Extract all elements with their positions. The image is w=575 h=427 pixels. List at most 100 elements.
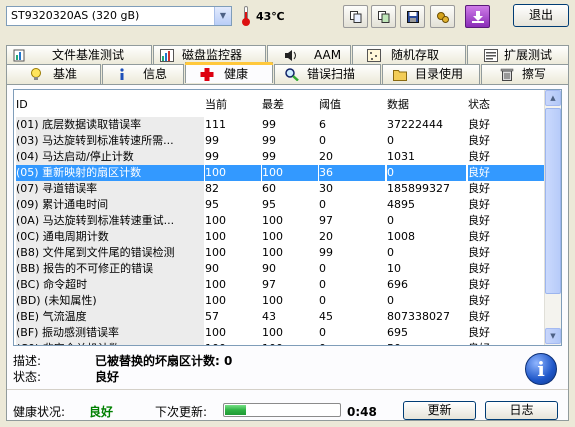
health-panel: ID 当前 最差 阈值 数据 状态 (01) 底层数据读取错误率 111 99 6 37… bbox=[6, 84, 569, 421]
update-progress-fill bbox=[225, 405, 246, 415]
cell-worst: 60 bbox=[262, 182, 276, 195]
column-header-status[interactable]: 状态 bbox=[468, 96, 544, 112]
cell-worst: 100 bbox=[262, 246, 283, 259]
table-row[interactable]: (03) 马达旋转到标准转速所需... 99 99 0 0 良好 bbox=[14, 133, 545, 149]
table-row[interactable]: (05) 重新映射的扇区计数 100 100 36 0 良好 bbox=[14, 165, 545, 181]
cell-current: 100 bbox=[205, 246, 226, 259]
health-status-value: 良好 bbox=[89, 405, 114, 419]
cell-threshold: 0 bbox=[319, 262, 326, 275]
exit-button[interactable]: 退出 bbox=[513, 4, 569, 27]
cell-current: 57 bbox=[205, 310, 219, 323]
cell-threshold: 30 bbox=[319, 182, 333, 195]
magnifier-icon bbox=[285, 68, 299, 81]
cell-threshold: 45 bbox=[319, 310, 333, 323]
cell-current: 100 bbox=[205, 214, 226, 227]
cell-status: 良好 bbox=[468, 150, 490, 163]
table-row[interactable]: (C0) 非安全关机计数100100050良好 bbox=[14, 341, 545, 345]
cell-raw-data: 0 bbox=[387, 165, 466, 181]
description-label: 描述: bbox=[13, 354, 42, 368]
scroll-down-icon[interactable]: ▼ bbox=[545, 328, 561, 344]
table-row[interactable]: (BF) 振动感测错误率 100 100 0 695 良好 bbox=[14, 325, 545, 341]
table-row[interactable]: (BD) (未知属性) 100 100 0 0 良好 bbox=[14, 293, 545, 309]
cell-worst: 99 bbox=[262, 134, 276, 147]
tab-aam[interactable]: AAM bbox=[267, 45, 351, 65]
drive-select[interactable]: ST9320320AS (320 gB) ▼ bbox=[6, 6, 232, 26]
cell-raw-data: 807338027 bbox=[387, 310, 450, 323]
cell-attr-id: (BE) 气流温度 bbox=[16, 309, 204, 325]
random-access-icon bbox=[367, 49, 381, 62]
download-button[interactable] bbox=[465, 5, 490, 28]
column-header-threshold[interactable]: 阈值 bbox=[319, 96, 385, 112]
tab-info[interactable]: 信息 bbox=[102, 64, 184, 84]
cell-status: 良好 bbox=[468, 310, 490, 323]
tab-folder-usage[interactable]: 目录使用 bbox=[382, 64, 480, 84]
table-row[interactable]: (BE) 气流温度 57 43 45 807338027 良好 bbox=[14, 309, 545, 325]
table-row[interactable]: (BB) 报告的不可修正的错误 90 90 0 10 良好 bbox=[14, 261, 545, 277]
tab-extra-tests[interactable]: 扩展测试 bbox=[467, 45, 569, 65]
copy-all-button[interactable] bbox=[371, 5, 396, 28]
cell-attr-id: (BF) 振动感测错误率 bbox=[16, 325, 204, 341]
table-row[interactable]: (0A) 马达旋转到标准转速重试... 100 100 97 0 良好 bbox=[14, 213, 545, 229]
options-button[interactable] bbox=[430, 5, 455, 28]
vertical-scrollbar[interactable]: ▲ ▼ bbox=[544, 90, 561, 345]
update-countdown: 0:48 bbox=[347, 405, 377, 419]
copy-button[interactable] bbox=[343, 5, 368, 28]
cell-current: 82 bbox=[205, 182, 219, 195]
tab-label: 目录使用 bbox=[415, 67, 464, 81]
next-update-label: 下次更新: bbox=[155, 405, 208, 419]
tab-erase[interactable]: 擦写 bbox=[481, 64, 569, 84]
table-row[interactable]: (07) 寻道错误率 82 60 30 185899327 良好 bbox=[14, 181, 545, 197]
cell-status: 良好 bbox=[468, 230, 490, 243]
trash-icon bbox=[500, 68, 514, 81]
disk-monitor-icon bbox=[160, 49, 174, 62]
table-row[interactable]: (0C) 通电周期计数 100 100 20 1008 良好 bbox=[14, 229, 545, 245]
cell-threshold: 97 bbox=[319, 214, 333, 227]
table-row[interactable]: (01) 底层数据读取错误率 111 99 6 37222444 良好 bbox=[14, 117, 545, 133]
column-header-id[interactable]: ID bbox=[16, 96, 204, 112]
tab-file-benchmark[interactable]: 文件基准测试 bbox=[6, 45, 152, 65]
table-row[interactable]: (04) 马达启动/停止计数 99 99 20 1031 良好 bbox=[14, 149, 545, 165]
tab-label: 随机存取 bbox=[391, 48, 440, 62]
cell-status: 良好 bbox=[468, 118, 490, 131]
column-header-worst[interactable]: 最差 bbox=[262, 96, 318, 112]
cell-attr-id: (B8) 文件尾到文件尾的错误检测 bbox=[16, 245, 204, 261]
column-header-current[interactable]: 当前 bbox=[205, 96, 261, 112]
chevron-down-icon[interactable]: ▼ bbox=[214, 7, 231, 25]
tab-random-access[interactable]: 随机存取 bbox=[352, 45, 466, 65]
cell-threshold: 20 bbox=[319, 150, 333, 163]
info-small-icon bbox=[120, 68, 124, 80]
table-row[interactable]: (BC) 命令超时 100 97 0 696 良好 bbox=[14, 277, 545, 293]
status-line: 状态: 良好 bbox=[13, 368, 119, 385]
cell-raw-data: 0 bbox=[387, 294, 394, 307]
refresh-button[interactable]: 更新 bbox=[403, 401, 476, 420]
table-row[interactable]: (B8) 文件尾到文件尾的错误检测 100 100 99 0 良好 bbox=[14, 245, 545, 261]
cell-status: 良好 bbox=[468, 278, 490, 291]
tab-health[interactable]: 健康 bbox=[185, 62, 273, 83]
cell-current: 100 bbox=[205, 278, 226, 291]
cell-worst: 43 bbox=[262, 310, 276, 323]
tab-benchmark[interactable]: 基准 bbox=[6, 64, 101, 84]
table-row[interactable]: (09) 累计通电时间 95 95 0 4895 良好 bbox=[14, 197, 545, 213]
description-value: 已被替换的坏扇区计数: 0 bbox=[95, 354, 233, 368]
log-button[interactable]: 日志 bbox=[485, 401, 558, 420]
top-toolbar: ST9320320AS (320 gB) ▼ 43℃ 退出 bbox=[0, 0, 575, 36]
cell-worst: 100 bbox=[262, 214, 283, 227]
tab-error-scan[interactable]: 错误扫描 bbox=[274, 64, 381, 84]
cell-raw-data: 37222444 bbox=[387, 118, 443, 131]
column-header-data[interactable]: 数据 bbox=[387, 96, 466, 112]
cell-current: 111 bbox=[205, 118, 226, 131]
cell-threshold: 6 bbox=[319, 118, 326, 131]
save-button[interactable] bbox=[400, 5, 425, 28]
cell-raw-data: 0 bbox=[387, 214, 394, 227]
cell-raw-data: 0 bbox=[387, 246, 394, 259]
cell-threshold: 36 bbox=[319, 165, 385, 181]
copy-all-icon bbox=[378, 11, 390, 23]
extra-tests-icon bbox=[484, 49, 498, 62]
thermometer-icon bbox=[240, 5, 252, 27]
health-status-label: 健康状况: bbox=[13, 405, 66, 419]
cell-worst: 100 bbox=[262, 165, 318, 181]
cell-status: 良好 bbox=[468, 326, 490, 339]
scroll-up-icon[interactable]: ▲ bbox=[545, 90, 561, 106]
scroll-thumb[interactable] bbox=[545, 108, 561, 294]
cell-current: 100 bbox=[205, 341, 261, 345]
